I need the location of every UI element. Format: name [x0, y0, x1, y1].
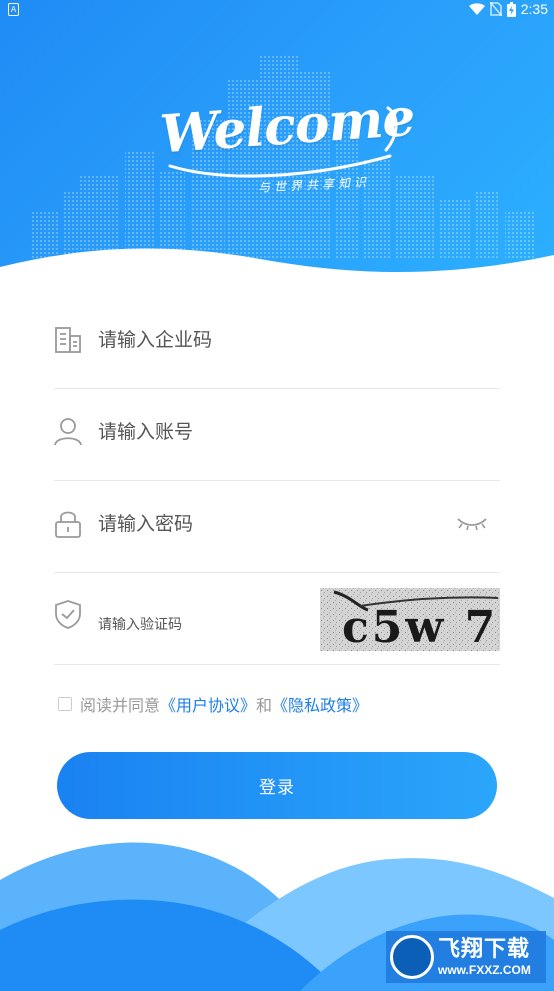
company-code-input[interactable] — [98, 329, 428, 351]
watermark-brand: 飞翔下载 — [438, 936, 531, 962]
agreement-row: 阅读并同意 《用户协议》 和 《隐私政策》 — [58, 692, 368, 716]
site-watermark: 飞翔下载 www.FXXZ.COM — [386, 931, 546, 983]
password-input[interactable] — [98, 513, 428, 535]
status-time: 2:35 — [520, 1, 548, 17]
header-wave-shape — [0, 248, 554, 290]
captcha-text: c5w 7 — [342, 602, 498, 651]
account-input[interactable] — [98, 421, 428, 443]
watermark-url: www.FXXZ.COM — [438, 962, 531, 977]
watermark-logo — [390, 935, 434, 979]
login-button[interactable]: 登录 — [57, 752, 497, 819]
password-field — [54, 481, 500, 573]
captcha-image[interactable]: c5w 7 — [320, 588, 500, 651]
agreement-prefix: 阅读并同意 — [80, 696, 161, 715]
privacy-policy-link[interactable]: 《隐私政策》 — [272, 692, 368, 716]
eye-closed-icon[interactable] — [456, 515, 488, 533]
status-icons: 2:35 — [468, 1, 548, 17]
captcha-input[interactable] — [98, 617, 298, 633]
captcha-field: c5w 7 — [54, 573, 500, 665]
status-bar: A 2:35 — [0, 0, 554, 20]
company-code-field — [54, 297, 500, 389]
building-icon — [55, 327, 81, 353]
shield-check-icon — [55, 600, 81, 629]
wifi-icon — [468, 2, 485, 15]
lock-icon — [55, 511, 81, 538]
agreement-conjunction: 和 — [256, 696, 273, 715]
app-notification-icon: A — [8, 3, 19, 16]
user-icon — [54, 418, 82, 446]
user-agreement-link[interactable]: 《用户协议》 — [160, 692, 256, 716]
battery-charging-icon — [506, 1, 516, 17]
account-field — [54, 389, 500, 481]
agreement-checkbox[interactable] — [58, 697, 72, 711]
no-sim-icon — [489, 2, 502, 16]
